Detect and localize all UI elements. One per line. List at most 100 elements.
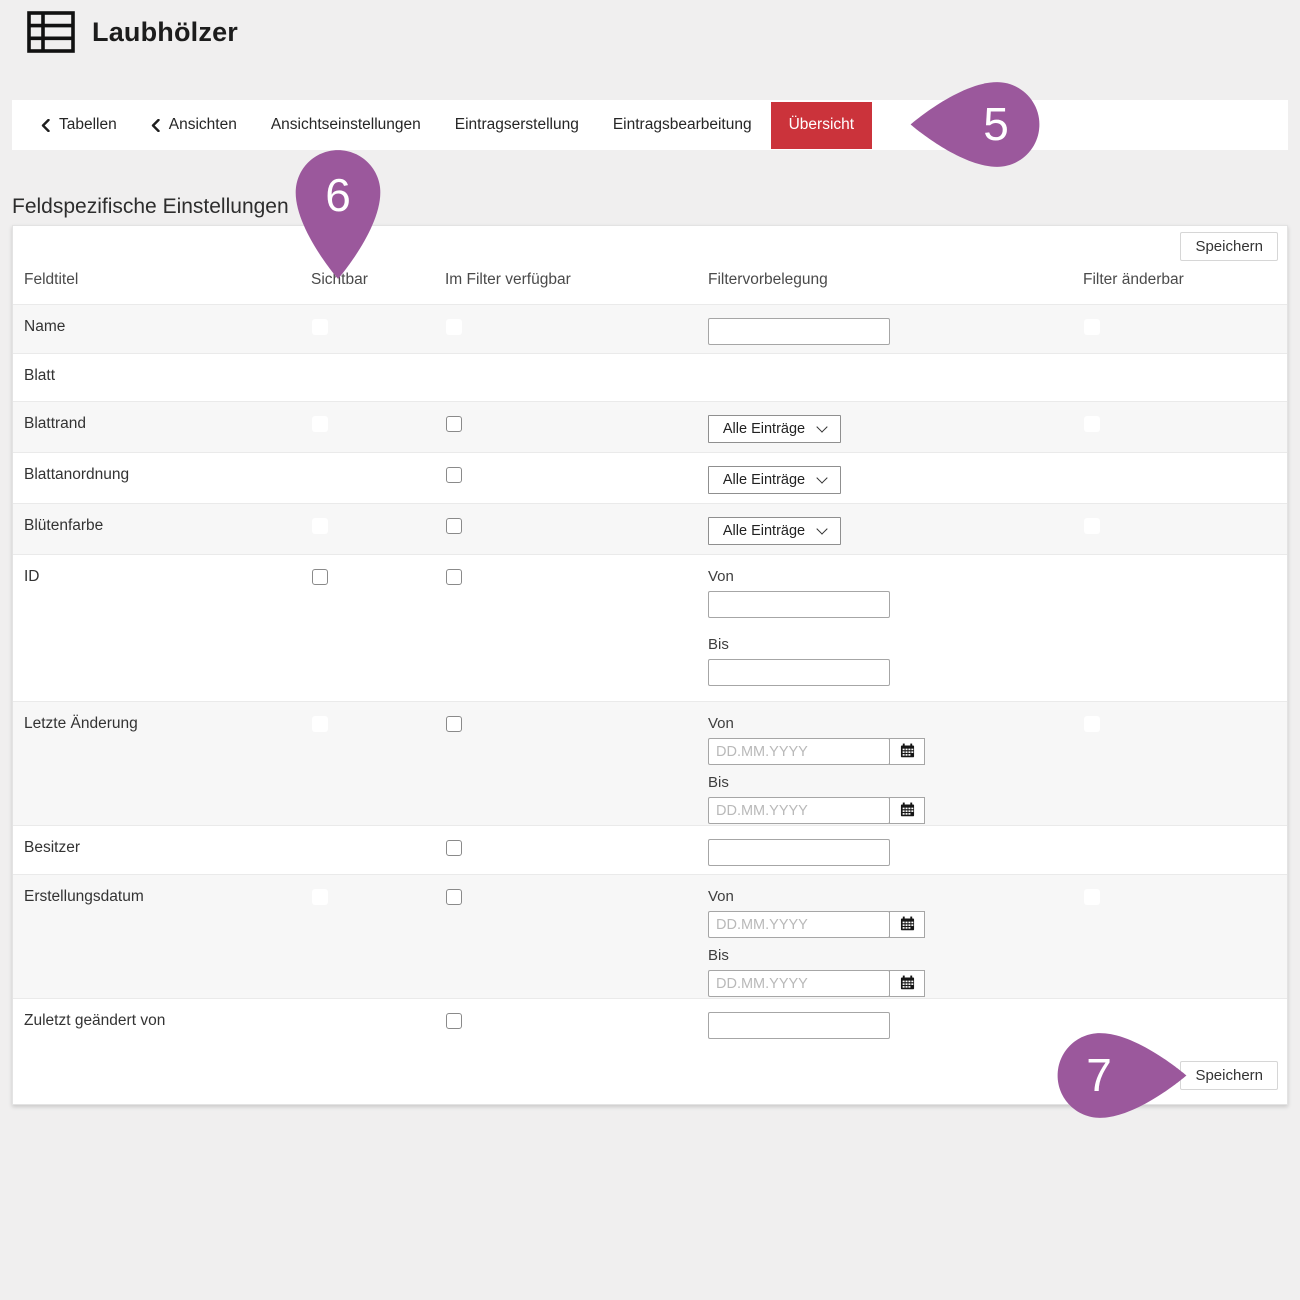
sichtbar-cell <box>311 354 445 389</box>
nav-item-uebersicht[interactable]: Übersicht <box>771 102 872 149</box>
save-button-top[interactable]: Speichern <box>1180 232 1278 261</box>
table-row: Zuletzt geändert von <box>13 998 1287 1047</box>
filtervorbelegung-cell <box>708 305 1083 345</box>
im-filter-verfuegbar-checkbox[interactable] <box>446 840 462 856</box>
field-title: ID <box>24 568 40 585</box>
filtervorbelegung-select[interactable]: Alle Einträge <box>708 415 841 443</box>
filtervorbelegung-cell <box>708 826 1083 866</box>
bis-date-input[interactable] <box>708 797 890 824</box>
im-filter-verfuegbar-cell <box>445 555 708 590</box>
filter-aenderbar-cell <box>1083 354 1287 367</box>
table-icon <box>27 11 75 53</box>
filtervorbelegung-select[interactable]: Alle Einträge <box>708 466 841 494</box>
im-filter-verfuegbar-checkbox[interactable] <box>446 569 462 585</box>
filtervorbelegung-input[interactable] <box>708 1012 890 1039</box>
field-title: Blattanordnung <box>24 466 129 483</box>
calendar-button[interactable] <box>889 797 925 824</box>
settings-card: Speichern Feldtitel Sichtbar Im Filter v… <box>12 225 1288 1105</box>
im-filter-verfuegbar-checkbox[interactable] <box>446 889 462 905</box>
im-filter-verfuegbar-checkbox[interactable] <box>446 467 462 483</box>
sichtbar-checkbox[interactable] <box>312 1013 328 1029</box>
im-filter-verfuegbar-checkbox[interactable] <box>446 1013 462 1029</box>
sichtbar-checkbox[interactable] <box>312 416 328 432</box>
von-label: Von <box>708 715 1083 732</box>
filter-aenderbar-cell <box>1083 555 1287 590</box>
filter-aenderbar-checkbox[interactable] <box>1084 319 1100 335</box>
nav-item-ansichten[interactable]: Ansichten <box>134 100 254 150</box>
nav-item-ansichtseinstellungen[interactable]: Ansichtseinstellungen <box>254 100 438 150</box>
table-row: ErstellungsdatumVonBis <box>13 874 1287 998</box>
im-filter-verfuegbar-checkbox[interactable] <box>446 416 462 432</box>
sichtbar-checkbox[interactable] <box>312 840 328 856</box>
field-title: Blütenfarbe <box>24 517 103 534</box>
nav-item-eintragserstellung[interactable]: Eintragserstellung <box>438 100 596 150</box>
sichtbar-checkbox[interactable] <box>312 716 328 732</box>
sichtbar-cell <box>311 453 445 488</box>
im-filter-verfuegbar-cell <box>445 504 708 539</box>
im-filter-verfuegbar-checkbox[interactable] <box>446 319 462 335</box>
filtervorbelegung-cell: Alle Einträge <box>708 504 1083 545</box>
column-header-filtervorbelegung: Filtervorbelegung <box>708 271 1083 289</box>
von-input[interactable] <box>708 591 890 618</box>
table-row: Blütenfarbe Alle Einträge <box>13 503 1287 554</box>
date-range-filter: VonBis <box>708 715 1083 824</box>
select-value: Alle Einträge <box>723 472 805 488</box>
bis-input[interactable] <box>708 659 890 686</box>
filter-aenderbar-checkbox[interactable] <box>1084 569 1100 585</box>
filter-aenderbar-checkbox[interactable] <box>1084 467 1100 483</box>
nav-item-label: Übersicht <box>789 116 854 134</box>
nav-item-eintragsbearbeitung[interactable]: Eintragsbearbeitung <box>596 100 769 150</box>
select-value: Alle Einträge <box>723 523 805 539</box>
sichtbar-checkbox[interactable] <box>312 518 328 534</box>
sichtbar-checkbox[interactable] <box>312 319 328 335</box>
field-title-cell: Blattanordnung <box>24 453 311 484</box>
filter-aenderbar-cell <box>1083 826 1287 861</box>
filter-aenderbar-cell <box>1083 875 1287 910</box>
filtervorbelegung-input[interactable] <box>708 318 890 345</box>
bis-label: Bis <box>708 636 1083 653</box>
table-row: Besitzer <box>13 825 1287 874</box>
filtervorbelegung-cell: VonBis <box>708 875 1083 997</box>
filter-aenderbar-checkbox[interactable] <box>1084 1013 1100 1029</box>
table-row: Blattanordnung Alle Einträge <box>13 452 1287 503</box>
filtervorbelegung-select[interactable]: Alle Einträge <box>708 517 841 545</box>
sichtbar-checkbox[interactable] <box>312 368 328 384</box>
filter-aenderbar-cell <box>1083 453 1287 488</box>
filtervorbelegung-input[interactable] <box>708 839 890 866</box>
page-title: Laubhölzer <box>92 17 238 48</box>
filter-aenderbar-cell <box>1083 402 1287 437</box>
sichtbar-checkbox[interactable] <box>312 889 328 905</box>
filtervorbelegung-cell: VonBis <box>708 702 1083 824</box>
column-header-filter-aenderbar: Filter änderbar <box>1083 271 1287 289</box>
filter-aenderbar-checkbox[interactable] <box>1084 518 1100 534</box>
sichtbar-cell <box>311 826 445 861</box>
filter-aenderbar-checkbox[interactable] <box>1084 416 1100 432</box>
calendar-button[interactable] <box>889 970 925 997</box>
field-title: Blatt <box>24 367 55 384</box>
von-date-input[interactable] <box>708 911 890 938</box>
calendar-button[interactable] <box>889 738 925 765</box>
im-filter-verfuegbar-cell <box>445 453 708 488</box>
filter-aenderbar-checkbox[interactable] <box>1084 716 1100 732</box>
filtervorbelegung-cell: Alle Einträge <box>708 402 1083 443</box>
field-title: Zuletzt geändert von <box>24 1012 165 1029</box>
filter-aenderbar-checkbox[interactable] <box>1084 840 1100 856</box>
table-body: NameBlattBlattrandAlle EinträgeBlattanor… <box>13 304 1287 1047</box>
nav-item-tabellen[interactable]: Tabellen <box>24 100 134 150</box>
bis-date-input[interactable] <box>708 970 890 997</box>
sichtbar-checkbox[interactable] <box>312 569 328 585</box>
sichtbar-cell <box>311 504 445 539</box>
save-button-bottom[interactable]: Speichern <box>1180 1061 1278 1090</box>
field-title-cell: Blütenfarbe <box>24 504 311 535</box>
select-value: Alle Einträge <box>723 421 805 437</box>
im-filter-verfuegbar-checkbox[interactable] <box>446 518 462 534</box>
von-date-input[interactable] <box>708 738 890 765</box>
chevron-down-icon <box>816 523 827 534</box>
annotation-number-6: 6 <box>308 165 368 225</box>
table-row: Letzte ÄnderungVonBis <box>13 701 1287 825</box>
filter-aenderbar-checkbox[interactable] <box>1084 889 1100 905</box>
sichtbar-checkbox[interactable] <box>312 467 328 483</box>
calendar-button[interactable] <box>889 911 925 938</box>
im-filter-verfuegbar-checkbox[interactable] <box>446 716 462 732</box>
table-row: BlattrandAlle Einträge <box>13 401 1287 452</box>
